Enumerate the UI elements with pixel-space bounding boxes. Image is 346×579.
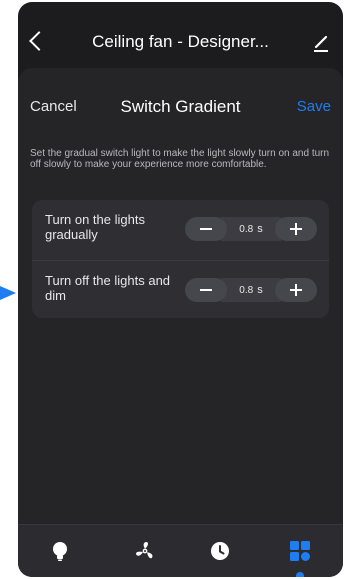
fan-icon[interactable] — [134, 540, 156, 562]
increment-button[interactable] — [275, 217, 317, 241]
edit-icon[interactable] — [311, 33, 331, 53]
setting-row-turn-off: Turn off the lights and dim 0.8 s — [32, 260, 329, 319]
minus-icon — [200, 289, 212, 291]
page-title: Ceiling fan - Designer... — [92, 32, 269, 51]
sheet-title: Switch Gradient — [120, 97, 241, 116]
clock-icon[interactable] — [209, 540, 231, 562]
plus-icon — [290, 223, 302, 235]
value-unit: s — [257, 284, 263, 296]
bulb-icon[interactable] — [49, 540, 71, 562]
top-bar: Ceiling fan - Designer... — [18, 2, 343, 62]
switch-gradient-sheet: Cancel Switch Gradient Save Set the grad… — [18, 68, 343, 525]
value-number: 0.8 — [239, 285, 254, 296]
sheet-header: Cancel Switch Gradient Save — [18, 97, 343, 122]
grid-icon[interactable] — [289, 540, 311, 562]
decrement-button[interactable] — [185, 217, 227, 241]
duration-stepper: 0.8 s — [185, 277, 317, 303]
active-tab-indicator — [296, 572, 304, 577]
stepper-value: 0.8 s — [221, 217, 281, 241]
plus-icon — [290, 284, 302, 296]
setting-row-turn-on: Turn on the lights gradually 0.8 s — [32, 200, 329, 258]
minus-icon — [200, 228, 212, 230]
value-number: 0.8 — [239, 224, 254, 235]
setting-label: Turn off the lights and dim — [45, 273, 171, 303]
value-unit: s — [257, 223, 263, 235]
setting-label: Turn on the lights gradually — [45, 212, 145, 242]
phone-screen: Ceiling fan - Designer... Cancel Switch … — [18, 2, 343, 577]
duration-stepper: 0.8 s — [185, 216, 317, 242]
pointer-arrow — [0, 286, 16, 300]
description-text: Set the gradual switch light to make the… — [30, 148, 330, 170]
stepper-value: 0.8 s — [221, 278, 281, 302]
bottom-tab-bar — [18, 524, 343, 577]
settings-card: Turn on the lights gradually 0.8 s Turn o… — [32, 200, 329, 318]
save-button[interactable]: Save — [297, 98, 331, 115]
decrement-button[interactable] — [185, 278, 227, 302]
increment-button[interactable] — [275, 278, 317, 302]
